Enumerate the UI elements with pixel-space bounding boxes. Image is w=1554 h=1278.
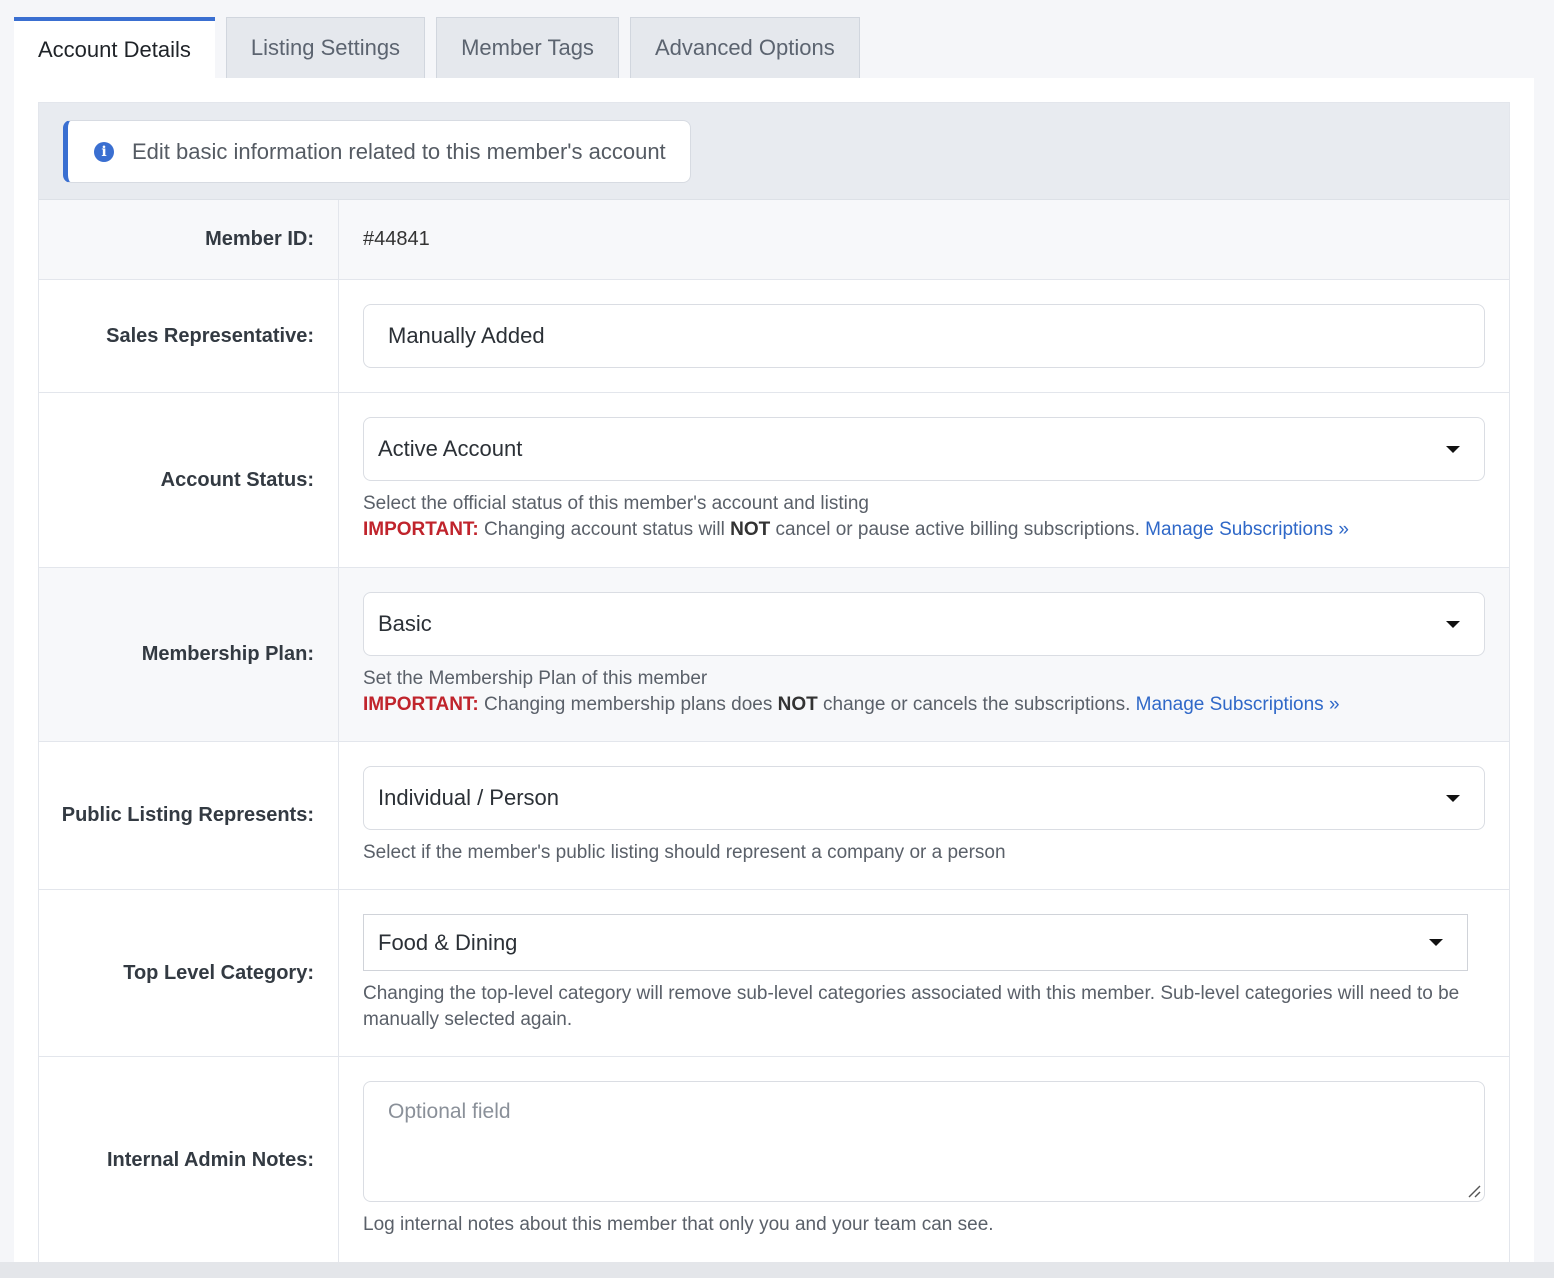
top-category-row: Top Level Category: Food & Dining Changi… <box>39 890 1509 1057</box>
important-text-bold: NOT <box>777 694 818 715</box>
membership-plan-value: Basic <box>378 611 432 636</box>
membership-plan-label: Membership Plan: <box>39 568 339 741</box>
member-id-value: #44841 <box>363 228 430 250</box>
account-status-value: Active Account <box>378 436 523 461</box>
sales-rep-label: Sales Representative: <box>39 280 339 392</box>
bottom-edge <box>0 1262 1554 1278</box>
membership-plan-select[interactable]: Basic <box>363 592 1485 656</box>
important-text-post: cancel or pause active billing subscript… <box>775 519 1140 540</box>
sales-rep-row: Sales Representative: Manually Added <box>39 280 1509 393</box>
admin-notes-help: Log internal notes about this member tha… <box>363 1214 994 1235</box>
membership-plan-row: Membership Plan: Basic Set the Membershi… <box>39 568 1509 742</box>
admin-notes-label: Internal Admin Notes: <box>39 1057 339 1263</box>
info-text: Edit basic information related to this m… <box>132 138 666 164</box>
member-id-label: Member ID: <box>39 200 339 279</box>
manage-subscriptions-link[interactable]: Manage Subscriptions » <box>1136 694 1340 715</box>
chevron-down-icon <box>1429 939 1443 946</box>
membership-plan-help: Set the Membership Plan of this member <box>363 668 708 689</box>
top-category-value: Food & Dining <box>378 929 518 955</box>
resize-handle-icon[interactable] <box>1467 1184 1481 1198</box>
listing-represents-help: Select if the member's public listing sh… <box>363 842 1006 863</box>
tab-account-details[interactable]: Account Details <box>14 17 215 78</box>
important-label: IMPORTANT: <box>363 519 479 540</box>
top-category-label: Top Level Category: <box>39 890 339 1056</box>
manage-subscriptions-link[interactable]: Manage Subscriptions » <box>1145 519 1349 540</box>
important-text-post: change or cancels the subscriptions. <box>823 694 1131 715</box>
important-text-pre: Changing membership plans does <box>484 694 773 715</box>
admin-notes-row: Internal Admin Notes: Optional field Log… <box>39 1057 1509 1263</box>
important-label: IMPORTANT: <box>363 694 479 715</box>
tab-advanced-options[interactable]: Advanced Options <box>629 17 860 78</box>
sales-rep-input[interactable]: Manually Added <box>363 304 1485 368</box>
tab-member-tags[interactable]: Member Tags <box>436 17 619 78</box>
important-text-bold: NOT <box>730 519 771 540</box>
tab-bar: Account Details Listing Settings Member … <box>14 17 871 78</box>
admin-notes-textarea[interactable]: Optional field <box>363 1081 1485 1202</box>
top-category-help: Changing the top-level category will rem… <box>363 983 1460 1030</box>
admin-notes-placeholder: Optional field <box>388 1100 511 1123</box>
account-status-label: Account Status: <box>39 393 339 567</box>
listing-represents-select[interactable]: Individual / Person <box>363 766 1485 830</box>
account-status-important: IMPORTANT: Changing account status will … <box>363 517 1485 543</box>
top-category-select[interactable]: Food & Dining <box>363 914 1468 971</box>
member-id-row: Member ID: #44841 <box>39 200 1509 280</box>
listing-represents-label: Public Listing Represents: <box>39 742 339 889</box>
info-alert: i Edit basic information related to this… <box>63 120 691 183</box>
chevron-down-icon <box>1446 794 1460 802</box>
listing-represents-value: Individual / Person <box>378 785 559 810</box>
listing-represents-row: Public Listing Represents: Individual / … <box>39 742 1509 890</box>
chevron-down-icon <box>1446 445 1460 453</box>
account-status-row: Account Status: Active Account Select th… <box>39 393 1509 568</box>
account-details-form: i Edit basic information related to this… <box>38 102 1510 1278</box>
info-circle-icon: i <box>94 141 114 162</box>
tab-listing-settings[interactable]: Listing Settings <box>225 17 426 78</box>
chevron-down-icon <box>1446 620 1460 628</box>
account-status-help: Select the official status of this membe… <box>363 493 869 514</box>
account-status-select[interactable]: Active Account <box>363 417 1485 481</box>
membership-plan-important: IMPORTANT: Changing membership plans doe… <box>363 692 1485 718</box>
info-header: i Edit basic information related to this… <box>39 103 1509 200</box>
important-text-pre: Changing account status will <box>484 519 725 540</box>
tab-content-card: i Edit basic information related to this… <box>14 78 1534 1278</box>
